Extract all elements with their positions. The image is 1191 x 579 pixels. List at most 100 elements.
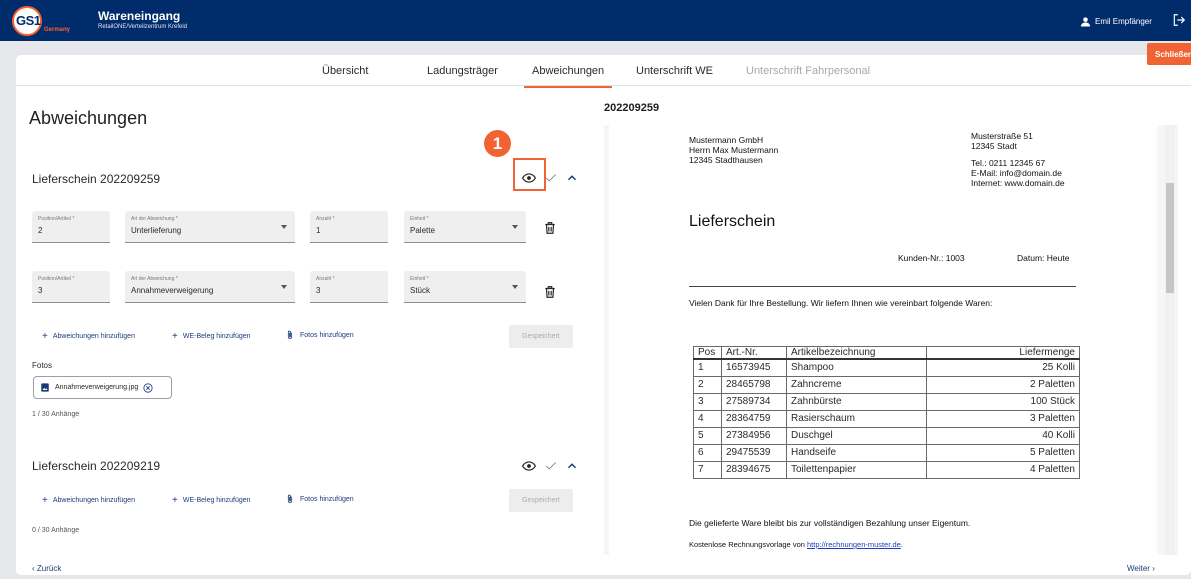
unit-label: Einheit * <box>410 216 429 222</box>
user-menu[interactable]: Emil Empfänger <box>1080 16 1152 27</box>
tab-load-carriers[interactable]: Ladungsträger <box>427 65 498 77</box>
document-viewer[interactable]: Mustermann GmbH Herrn Max Mustermann 123… <box>604 125 1178 555</box>
tab-deviations[interactable]: Abweichungen <box>523 65 613 88</box>
chevron-up-icon[interactable] <box>565 459 579 473</box>
customer-number: Kunden-Nr.: 1003 <box>898 253 965 263</box>
footer-text: Kostenlose Rechnungsvorlage von <box>689 540 807 549</box>
quantity-label: Anzahl * <box>316 276 335 282</box>
table-cell: 4 <box>693 409 722 428</box>
user-icon <box>1080 17 1091 27</box>
unit-select[interactable]: Einheit * Stück <box>404 271 526 303</box>
close-button[interactable]: Schließen <box>1147 43 1191 65</box>
attachment-chip[interactable]: Annahmeverweigerung.jpg <box>33 376 172 399</box>
table-cell: Shampoo <box>786 358 927 377</box>
add-deviation-link[interactable]: + Abweichungen hinzufügen <box>42 495 135 506</box>
back-label: Zurück <box>36 564 62 573</box>
check-icon[interactable] <box>544 171 558 185</box>
table-row: 6 29475539 Handseife 5 Paletten <box>693 443 1080 462</box>
table-cell: 28394675 <box>721 460 787 479</box>
table-cell: 4 Paletten <box>926 460 1080 479</box>
contact-line: Tel.: 0211 12345 67 <box>971 158 1046 168</box>
remove-attachment-icon[interactable] <box>143 382 153 393</box>
trash-icon[interactable] <box>543 285 557 299</box>
back-button[interactable]: ‹ Zurück <box>32 564 61 573</box>
paperclip-icon <box>287 494 293 504</box>
add-receipt-link[interactable]: + WE-Beleg hinzufügen <box>172 331 251 342</box>
position-field[interactable]: Position/Artikel * 3 <box>32 271 110 303</box>
next-button[interactable]: Weiter › <box>1127 564 1155 573</box>
table-header-row: Pos Art.-Nr. Artikelbezeichnung Lieferme… <box>693 346 1080 360</box>
tab-signature-we[interactable]: Unterschrift WE <box>636 65 713 77</box>
quantity-field[interactable]: Anzahl * 3 <box>310 271 388 303</box>
saved-button[interactable]: Gespeichert <box>509 489 573 512</box>
eye-icon[interactable] <box>522 459 536 473</box>
unit-select[interactable]: Einheit * Palette <box>404 211 526 243</box>
add-receipt-link[interactable]: + WE-Beleg hinzufügen <box>172 495 251 506</box>
deviation-type-label: Art der Abweichung * <box>131 276 178 282</box>
attachment-filename: Annahmeverweigerung.jpg <box>55 384 139 391</box>
document-date: Datum: Heute <box>1017 253 1070 263</box>
step-callout-badge: 1 <box>484 130 511 157</box>
address-line: Musterstraße 51 <box>971 131 1033 141</box>
delivery-title: Lieferschein 202209259 <box>32 172 161 186</box>
column-header: Art.-Nr. <box>721 346 787 360</box>
app-subtitle: RetailONE/Verteilzentrum Krefeld <box>98 24 188 30</box>
intro-text: Vielen Dank für Ihre Bestellung. Wir lie… <box>689 298 993 308</box>
user-name: Emil Empfänger <box>1095 17 1152 26</box>
table-cell: 28465798 <box>721 375 787 394</box>
contact-line: Internet: www.domain.de <box>971 178 1065 188</box>
document-heading: Lieferschein <box>689 213 776 230</box>
tab-overview[interactable]: Übersicht <box>322 65 368 77</box>
table-cell: Zahncreme <box>786 375 927 394</box>
add-photos-link[interactable]: Fotos hinzufügen <box>285 493 354 505</box>
position-label: Position/Artikel * <box>38 216 75 222</box>
add-deviation-label: Abweichungen hinzufügen <box>52 333 135 340</box>
add-photos-label: Fotos hinzufügen <box>300 495 354 503</box>
table-cell: 2 <box>693 375 722 394</box>
table-cell: Zahnbürste <box>786 392 927 411</box>
check-icon[interactable] <box>544 459 558 473</box>
saved-button[interactable]: Gespeichert <box>509 325 573 348</box>
logout-icon[interactable] <box>1172 12 1186 28</box>
table-cell: 3 <box>693 392 722 411</box>
address-block: Musterstraße 51 12345 Stadt Tel.: 0211 1… <box>971 131 1065 188</box>
plus-icon: + <box>42 331 48 342</box>
dropdown-caret-icon <box>512 225 518 229</box>
add-photos-label: Fotos hinzufügen <box>300 331 354 339</box>
position-field[interactable]: Position/Artikel * 2 <box>32 211 110 243</box>
footer-link[interactable]: http://rechnungen-muster.de <box>807 540 901 549</box>
table-cell: 27384956 <box>721 426 787 445</box>
dropdown-caret-icon <box>281 285 287 289</box>
table-cell: 27589734 <box>721 392 787 411</box>
table-cell: Duschgel <box>786 426 927 445</box>
chevron-up-icon[interactable] <box>565 171 579 185</box>
plus-icon: + <box>172 331 178 342</box>
add-deviation-link[interactable]: + Abweichungen hinzufügen <box>42 331 135 342</box>
table-row: 4 28364759 Rasierschaum 3 Paletten <box>693 409 1080 428</box>
sender-block: Mustermann GmbH Herrn Max Mustermann 123… <box>689 135 778 165</box>
table-cell: 28364759 <box>721 409 787 428</box>
deviation-type-select[interactable]: Art der Abweichung * Annahmeverweigerung <box>125 271 295 303</box>
delivery-title: Lieferschein 202209219 <box>32 459 161 473</box>
page-title: Abweichungen <box>29 108 148 128</box>
position-label: Position/Artikel * <box>38 276 75 282</box>
table-row: 1 16573945 Shampoo 25 Kolli <box>693 358 1080 377</box>
scrollbar-thumb[interactable] <box>1166 183 1174 293</box>
app-bar: GS1 Germany Wareneingang RetailONE/Verte… <box>0 0 1191 41</box>
unit-label: Einheit * <box>410 276 429 282</box>
table-cell: 3 Paletten <box>926 409 1080 428</box>
sender-line: 12345 Stadthausen <box>689 155 763 165</box>
deviation-type-select[interactable]: Art der Abweichung * Unterlieferung <box>125 211 295 243</box>
table-cell: Toilettenpapier <box>786 460 927 479</box>
column-header: Liefermenge <box>926 346 1080 360</box>
attachment-count: 0 / 30 Anhänge <box>32 527 80 534</box>
viewer-scrollbar[interactable] <box>1165 125 1175 555</box>
quantity-field[interactable]: Anzahl * 1 <box>310 211 388 243</box>
paperclip-icon <box>287 330 293 340</box>
table-cell: 5 <box>693 426 722 445</box>
add-photos-link[interactable]: Fotos hinzufügen <box>285 329 354 341</box>
eye-icon[interactable] <box>522 171 536 185</box>
trash-icon[interactable] <box>543 221 557 235</box>
table-cell: Handseife <box>786 443 927 462</box>
dropdown-caret-icon <box>281 225 287 229</box>
